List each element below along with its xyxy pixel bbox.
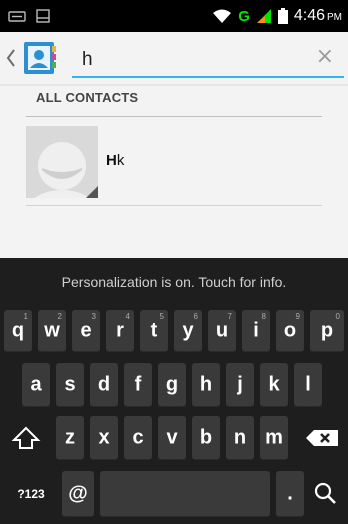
- key-label: m: [265, 426, 283, 449]
- clock-time: 4:46: [293, 7, 325, 24]
- key-b[interactable]: b: [192, 416, 220, 460]
- key-label: b: [199, 426, 213, 449]
- key-label: n: [233, 426, 247, 449]
- row-divider: [26, 205, 322, 206]
- key-label: a: [30, 373, 42, 396]
- key-y[interactable]: 6y: [174, 310, 202, 352]
- key-d[interactable]: d: [90, 363, 118, 407]
- section-header-all-contacts: ALL CONTACTS: [36, 90, 139, 105]
- shift-key[interactable]: [4, 416, 48, 460]
- soft-keyboard: Personalization is on. Touch for info. 1…: [0, 258, 348, 524]
- key-f[interactable]: f: [124, 363, 152, 407]
- key-u[interactable]: 7u: [208, 310, 236, 352]
- key-k[interactable]: k: [260, 363, 288, 407]
- key-w[interactable]: 2w: [38, 310, 66, 352]
- key-label: @: [68, 482, 88, 505]
- key-label: h: [199, 373, 213, 396]
- contact-name-match: H: [106, 152, 117, 169]
- clear-search-button[interactable]: ×: [316, 44, 334, 69]
- clock: 4:46 PM: [294, 7, 342, 25]
- key-label: z: [65, 426, 75, 449]
- key-label: w: [44, 319, 60, 342]
- key-label: d: [97, 373, 111, 396]
- chevron-left-icon[interactable]: [6, 48, 16, 68]
- symbols-key[interactable]: ?123: [4, 471, 58, 517]
- search-key[interactable]: [308, 471, 344, 517]
- key-g[interactable]: g: [158, 363, 186, 407]
- key-at[interactable]: @: [62, 471, 94, 517]
- key-label: l: [305, 373, 311, 396]
- section-divider: [26, 116, 322, 117]
- key-label: x: [98, 426, 110, 449]
- key-label: o: [283, 319, 297, 342]
- key-label: y: [182, 319, 194, 342]
- key-label: f: [134, 373, 142, 396]
- key-label: t: [150, 319, 158, 342]
- space-key[interactable]: [100, 471, 270, 517]
- key-a[interactable]: a: [22, 363, 50, 407]
- search-icon: [314, 482, 336, 504]
- key-label: c: [132, 426, 144, 449]
- status-left: [0, 9, 50, 23]
- shift-icon: [11, 426, 41, 449]
- key-l[interactable]: l: [294, 363, 322, 407]
- search-bar: ×: [0, 32, 348, 86]
- avatar: [26, 126, 98, 198]
- key-e[interactable]: 3e: [72, 310, 100, 352]
- notification-keyboard-icon: [8, 11, 26, 22]
- key-t[interactable]: 5t: [140, 310, 168, 352]
- wifi-icon: [213, 9, 232, 23]
- delete-key[interactable]: [296, 416, 344, 460]
- key-i[interactable]: 8i: [242, 310, 270, 352]
- keyboard-personalization-banner[interactable]: Personalization is on. Touch for info.: [0, 258, 348, 306]
- key-q[interactable]: 1q: [4, 310, 32, 352]
- backspace-icon: [306, 430, 338, 446]
- key-label: e: [80, 319, 92, 342]
- key-period[interactable]: .: [276, 471, 304, 517]
- key-c[interactable]: c: [124, 416, 152, 460]
- search-field[interactable]: ×: [72, 42, 344, 78]
- contacts-icon[interactable]: [22, 40, 58, 76]
- key-p[interactable]: 0p: [310, 310, 344, 352]
- status-right: G 4:46 PM: [212, 7, 348, 25]
- key-o[interactable]: 9o: [276, 310, 304, 352]
- key-label: v: [166, 426, 178, 449]
- key-label: k: [268, 373, 280, 396]
- notification-image-icon: [36, 9, 50, 23]
- key-label: .: [287, 482, 293, 505]
- search-input[interactable]: [72, 42, 318, 76]
- clock-ampm: PM: [327, 12, 342, 23]
- key-x[interactable]: x: [90, 416, 118, 460]
- signal-icon: [256, 9, 271, 23]
- key-v[interactable]: v: [158, 416, 186, 460]
- contact-name-rest: k: [116, 152, 125, 169]
- contact-row[interactable]: Hk: [26, 126, 322, 198]
- key-label: ?123: [17, 487, 45, 501]
- key-n[interactable]: n: [226, 416, 254, 460]
- key-h[interactable]: h: [192, 363, 220, 407]
- key-label: j: [237, 373, 243, 396]
- network-type: G: [238, 7, 250, 25]
- key-label: s: [64, 373, 76, 396]
- key-z[interactable]: z: [56, 416, 84, 460]
- contact-name: Hk: [106, 152, 124, 169]
- key-label: u: [215, 319, 229, 342]
- key-label: i: [253, 319, 259, 342]
- key-label: p: [320, 319, 334, 342]
- key-j[interactable]: j: [226, 363, 254, 407]
- key-label: r: [116, 319, 124, 342]
- key-label: q: [11, 319, 25, 342]
- battery-icon: [277, 8, 288, 24]
- key-label: g: [165, 373, 179, 396]
- key-s[interactable]: s: [56, 363, 84, 407]
- status-bar: G 4:46 PM: [0, 0, 348, 32]
- key-r[interactable]: 4r: [106, 310, 134, 352]
- default-avatar-icon: [26, 126, 98, 198]
- key-m[interactable]: m: [260, 416, 288, 460]
